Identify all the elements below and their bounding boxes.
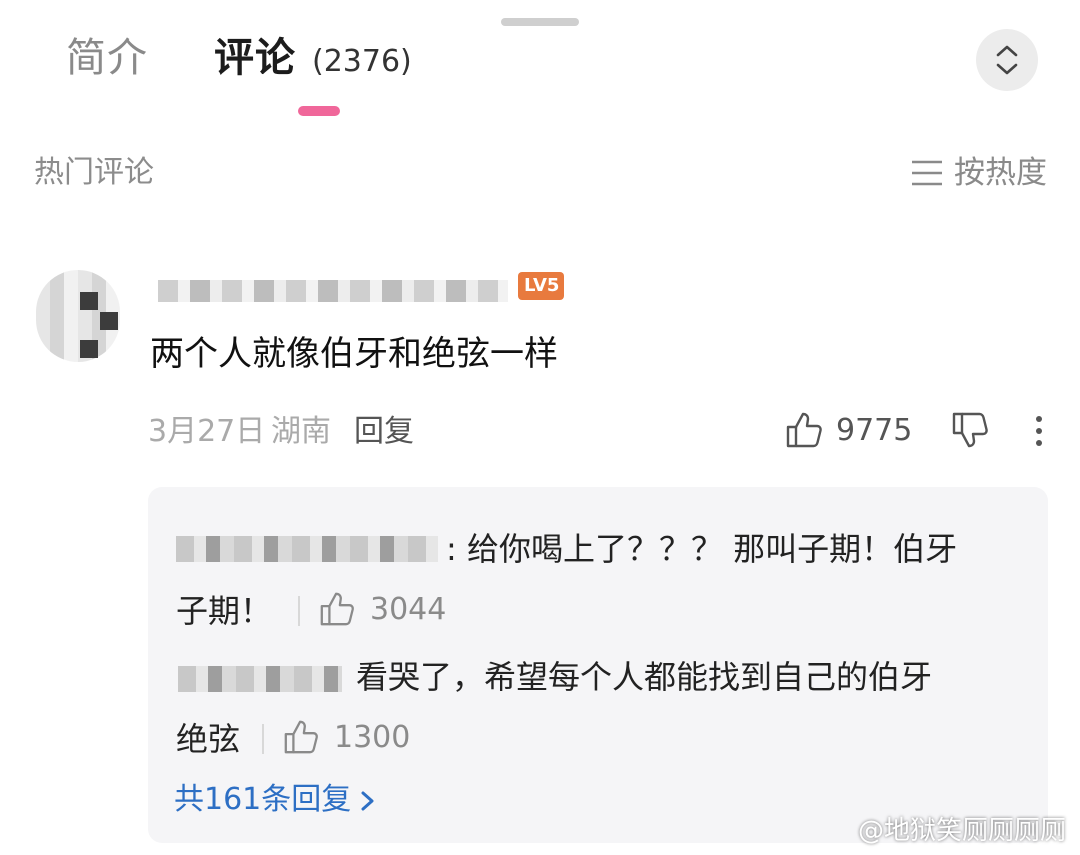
like-count: 9775 [836, 413, 913, 448]
active-tab-indicator [298, 106, 340, 116]
avatar-pixel [80, 292, 98, 310]
level-badge: LV5 [518, 272, 564, 300]
divider [262, 724, 264, 754]
reply-username-blurred[interactable] [176, 536, 438, 562]
view-all-replies-link[interactable]: 共161条回复 [174, 780, 351, 820]
divider [298, 596, 300, 626]
more-dots-icon[interactable] [1034, 414, 1044, 448]
collapse-button[interactable] [976, 29, 1038, 91]
chevron-right-icon[interactable] [360, 790, 376, 812]
comment-date: 3月27日 [148, 414, 266, 449]
thumb-up-icon[interactable] [784, 410, 824, 450]
tab-comments[interactable]: 评论 [214, 34, 296, 82]
reply-text: : 给你喝上了？？？ 那叫子期！伯牙 [446, 530, 958, 568]
hot-comments-label: 热门评论 [34, 155, 154, 190]
comment-text: 两个人就像伯牙和绝弦一样 [150, 334, 558, 374]
sort-label: 按热度 [954, 155, 1047, 191]
reply-text: 子期！ [176, 592, 273, 630]
sort-lines-icon [912, 160, 942, 186]
reply-text: 绝弦 [176, 720, 241, 758]
avatar-pixel [80, 340, 98, 358]
reply-like-count: 1300 [334, 720, 411, 755]
username-blurred[interactable] [158, 280, 508, 302]
thumb-up-icon[interactable] [318, 590, 356, 628]
reply-text: 看哭了，希望每个人都能找到自己的伯牙 [356, 658, 933, 696]
reply-username-blurred[interactable] [178, 666, 342, 692]
thumb-down-icon[interactable] [950, 410, 990, 450]
comment-region: 湖南 [271, 414, 331, 449]
collapse-chevrons-icon [996, 45, 1018, 75]
avatar[interactable] [36, 270, 120, 362]
comments-count: (2376) [312, 44, 412, 79]
watermark: @地狱笑厕厕厕厕 [858, 816, 1067, 846]
avatar-pixel [100, 312, 118, 330]
reply-button[interactable]: 回复 [354, 412, 414, 452]
sheet-drag-handle[interactable] [501, 18, 579, 26]
tab-intro[interactable]: 简介 [66, 34, 148, 82]
thumb-up-icon[interactable] [282, 718, 320, 756]
reply-like-count: 3044 [370, 592, 447, 627]
